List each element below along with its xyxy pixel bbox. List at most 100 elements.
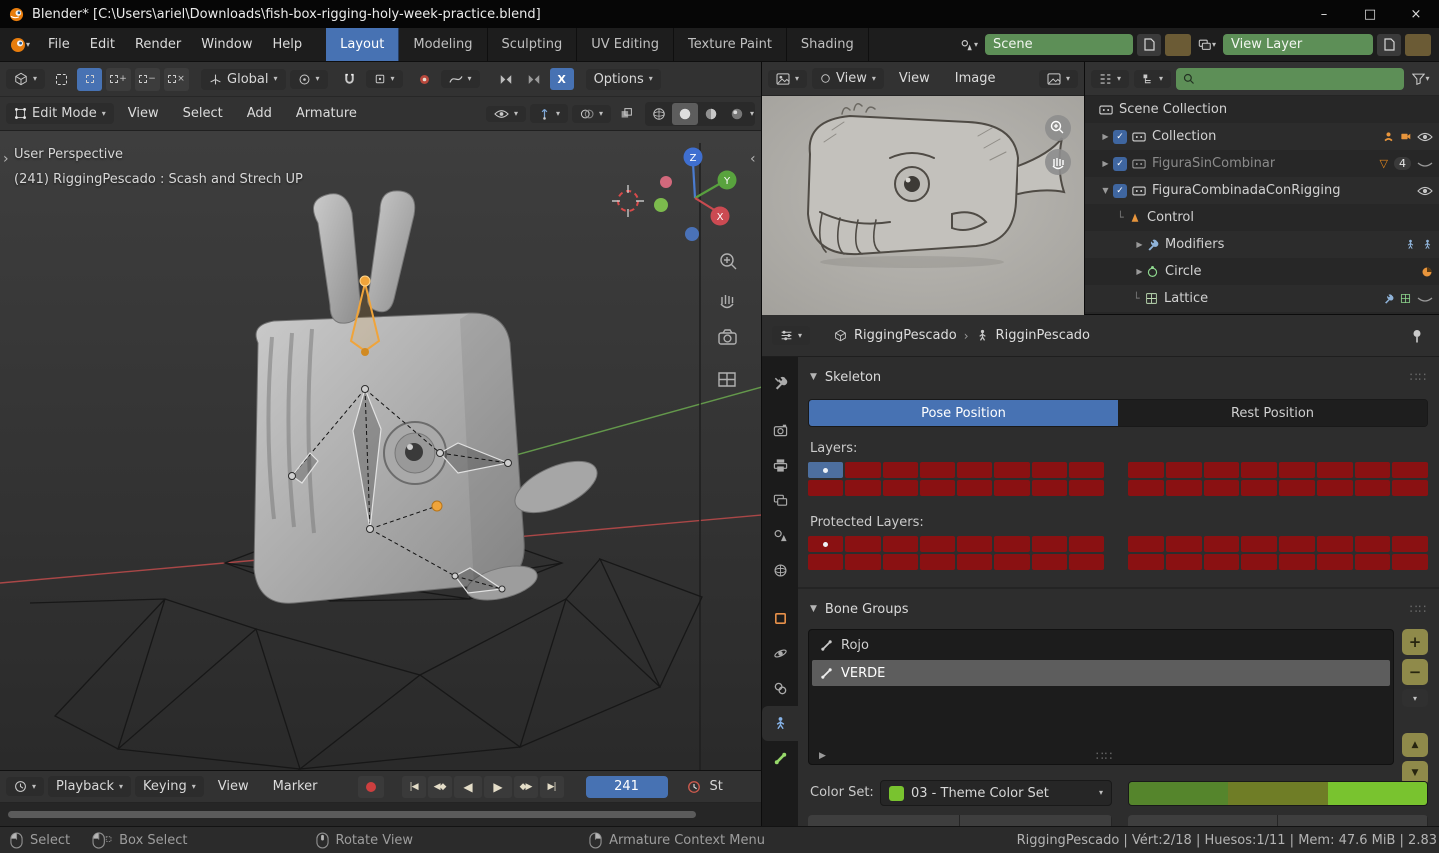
layer-toggle[interactable] [1392, 554, 1428, 570]
editor-type-button-image[interactable]: ▾ [768, 70, 807, 88]
menu-edit[interactable]: Edit [80, 32, 125, 57]
color-normal-swatch[interactable] [1129, 782, 1228, 805]
layer-toggle[interactable] [883, 536, 918, 552]
overlays-dropdown[interactable]: ▾ [572, 105, 611, 123]
layer-toggle[interactable] [1355, 480, 1391, 496]
rest-position-button[interactable]: Rest Position [1118, 400, 1427, 426]
menu-select[interactable]: Select [173, 101, 233, 126]
layer-toggle[interactable] [845, 554, 880, 570]
skeleton-panel-header[interactable]: ▼ Skeleton ∷∷ [798, 363, 1439, 391]
tab-object[interactable] [762, 601, 798, 636]
mirror-butterfly-icon-1[interactable] [494, 67, 518, 91]
close-button[interactable]: × [1393, 0, 1439, 28]
menu-add[interactable]: Add [237, 101, 282, 126]
eye-open-icon[interactable] [1417, 132, 1433, 142]
view-layer-browse-button[interactable]: ▾ [1195, 33, 1219, 57]
gizmos-dropdown[interactable]: ▾ [530, 104, 568, 123]
layer-toggle[interactable] [1355, 536, 1391, 552]
color-active-swatch[interactable] [1328, 782, 1427, 805]
layer-toggle[interactable] [1279, 480, 1315, 496]
layer-toggle[interactable] [808, 480, 843, 496]
color-set-dropdown[interactable]: 03 - Theme Color Set ▾ [880, 780, 1112, 806]
layer-toggle[interactable] [883, 462, 918, 478]
tab-constraints[interactable] [762, 671, 798, 706]
new-view-layer-button[interactable] [1377, 34, 1401, 56]
jump-to-end-button[interactable]: ▶| [540, 776, 564, 798]
play-button[interactable]: ▶ [484, 776, 512, 798]
select-mode-subtract-button[interactable]: − [135, 68, 160, 91]
outliner-row-figura-sin-combinar[interactable]: ▶ ✓ FiguraSinCombinar ▽ 4 [1085, 150, 1439, 177]
timeline-scrollbar[interactable] [8, 811, 696, 818]
current-frame-field[interactable]: 241 [586, 776, 668, 798]
remove-button[interactable] [960, 815, 1112, 826]
menu-help[interactable]: Help [263, 32, 313, 57]
select-mode-intersect-button[interactable]: × [164, 68, 189, 91]
bone-groups-panel-header[interactable]: ▼ Bone Groups ∷∷ [798, 595, 1439, 623]
eye-closed-icon[interactable] [1417, 159, 1433, 169]
new-scene-button[interactable] [1137, 34, 1161, 56]
layer-toggle[interactable] [1317, 554, 1353, 570]
editor-type-button-viewport[interactable]: ▾ [6, 69, 45, 89]
keying-dropdown[interactable]: Keying▾ [135, 776, 204, 797]
deselect-button[interactable] [1278, 815, 1428, 826]
menu-window[interactable]: Window [191, 32, 262, 57]
menu-view-image[interactable]: View [889, 66, 940, 91]
mirror-butterfly-icon-2[interactable] [522, 67, 546, 91]
layer-toggle[interactable] [994, 462, 1029, 478]
window-titlebar[interactable]: Blender* [C:\Users\ariel\Downloads\fish-… [0, 0, 1439, 28]
layer-toggle[interactable] [1241, 554, 1277, 570]
shading-rendered-button[interactable] [724, 103, 750, 125]
tab-output[interactable] [762, 448, 798, 483]
shading-material-button[interactable] [698, 103, 724, 125]
layer-toggle[interactable] [1241, 536, 1277, 552]
tab-object-data-armature[interactable] [762, 706, 798, 741]
layer-toggle[interactable] [1032, 480, 1067, 496]
layer-toggle[interactable] [957, 480, 992, 496]
layer-toggle[interactable] [994, 480, 1029, 496]
layer-toggle[interactable] [1392, 480, 1428, 496]
layer-toggle[interactable] [1279, 536, 1315, 552]
layer-toggle[interactable] [920, 536, 955, 552]
collection-checkbox[interactable]: ✓ [1113, 157, 1127, 171]
snap-target-dropdown[interactable]: ▾ [366, 70, 403, 88]
layer-toggle[interactable] [1069, 462, 1104, 478]
editor-type-button-outliner[interactable]: ▾ [1091, 70, 1129, 88]
layer-toggle[interactable] [1279, 462, 1315, 478]
layer-toggle[interactable] [1317, 480, 1353, 496]
play-reverse-button[interactable]: ◀ [454, 776, 482, 798]
mode-dropdown[interactable]: Edit Mode ▾ [6, 103, 114, 124]
layer-toggle[interactable] [1166, 536, 1202, 552]
preview-range-toggle[interactable] [682, 775, 706, 799]
shading-wireframe-button[interactable] [646, 103, 672, 125]
layer-toggle[interactable] [1128, 554, 1164, 570]
move-group-up-button[interactable]: ▲ [1402, 733, 1428, 757]
layer-toggle[interactable] [1204, 554, 1240, 570]
layer-toggle[interactable] [1317, 462, 1353, 478]
proportional-editing-toggle[interactable] [413, 67, 437, 91]
layer-toggle[interactable] [845, 536, 880, 552]
tab-world[interactable] [762, 553, 798, 588]
viewport-3d-canvas[interactable]: Z Y X ‹ › User Perspective (241) Rigging… [0, 131, 761, 770]
tab-sculpting[interactable]: Sculpting [488, 28, 578, 61]
editor-type-button-timeline[interactable]: ▾ [6, 777, 44, 796]
image-editor-canvas[interactable] [762, 96, 1084, 315]
remove-bone-group-button[interactable]: − [1402, 659, 1428, 685]
color-select-swatch[interactable] [1228, 782, 1327, 805]
layer-toggle[interactable] [1355, 462, 1391, 478]
outliner-row-modifiers[interactable]: ▶ Modifiers [1085, 231, 1439, 258]
tab-scene[interactable] [762, 518, 798, 553]
layer-toggle[interactable] [1355, 554, 1391, 570]
layer-toggle[interactable] [1392, 462, 1428, 478]
layer-toggle[interactable] [1032, 462, 1067, 478]
layer-toggle[interactable] [1069, 554, 1104, 570]
layer-toggle[interactable] [1392, 536, 1428, 552]
proportional-falloff-dropdown[interactable]: ▾ [441, 70, 480, 88]
layer-toggle[interactable] [1069, 536, 1104, 552]
layer-toggle[interactable] [1166, 554, 1202, 570]
layer-toggle[interactable] [920, 480, 955, 496]
menu-view-viewport[interactable]: View [118, 101, 169, 126]
layer-toggle[interactable] [1279, 554, 1315, 570]
outliner-row-lattice[interactable]: └ Lattice [1085, 285, 1439, 312]
layer-toggle[interactable] [1204, 480, 1240, 496]
outliner-row-circle[interactable]: ▶ Circle [1085, 258, 1439, 285]
